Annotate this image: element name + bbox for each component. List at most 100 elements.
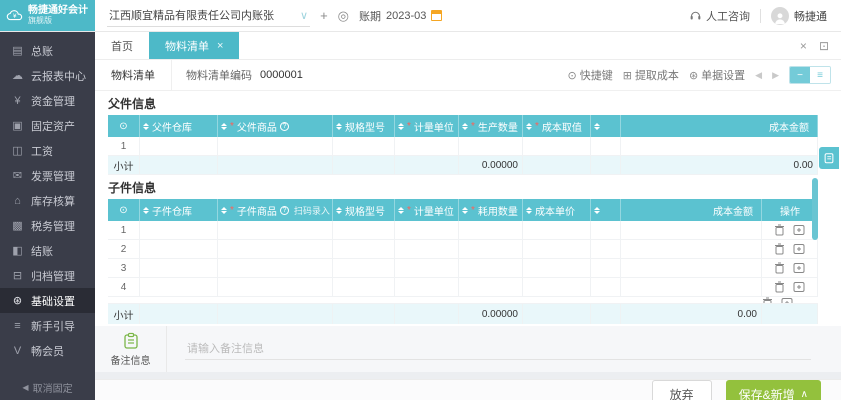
goods-cell[interactable]	[218, 259, 333, 277]
info-icon[interactable]: ?	[279, 205, 289, 215]
unit-cell[interactable]	[395, 240, 459, 258]
sort-icon[interactable]	[526, 122, 532, 130]
goods-cell[interactable]	[218, 137, 333, 155]
unit-cell[interactable]	[395, 221, 459, 239]
spec-cell[interactable]	[333, 221, 395, 239]
price-cell[interactable]	[523, 221, 591, 239]
sidebar-item-funds[interactable]: ¥ 资金管理	[0, 88, 95, 113]
sort-icon[interactable]	[398, 122, 404, 130]
sidebar-item-inventory[interactable]: ⌂ 库存核算	[0, 188, 95, 213]
goods-cell[interactable]	[218, 240, 333, 258]
delete-row-icon[interactable]	[762, 297, 773, 303]
warehouse-cell[interactable]	[140, 137, 218, 155]
next-doc-icon[interactable]: ▶	[772, 70, 779, 81]
save-and-new-button[interactable]: 保存&新增 ∧	[725, 380, 821, 400]
sidebar-item-closing[interactable]: ◧ 结账	[0, 238, 95, 263]
sidebar-item-payroll[interactable]: ◫ 工资	[0, 138, 95, 163]
sort-icon[interactable]	[462, 122, 468, 130]
card-view-button[interactable]: −	[790, 67, 810, 83]
sort-icon[interactable]	[462, 206, 468, 214]
insert-row-icon[interactable]	[793, 262, 805, 274]
tab-home[interactable]: 首页	[95, 32, 149, 59]
insert-row-icon[interactable]	[793, 243, 805, 255]
spec-cell[interactable]	[333, 259, 395, 277]
side-panel-button[interactable]	[819, 147, 839, 169]
goods-cell[interactable]	[218, 221, 333, 239]
qty-cell[interactable]	[459, 259, 523, 277]
close-all-icon[interactable]: ×	[800, 39, 807, 53]
sort-icon[interactable]	[336, 122, 342, 130]
delete-row-icon[interactable]	[774, 281, 785, 293]
table-scrollbar[interactable]	[812, 178, 818, 240]
info-icon[interactable]: ?	[279, 121, 289, 131]
list-view-button[interactable]: ≡	[810, 67, 830, 83]
sidebar-item-cloud-reports[interactable]: ☁ 云报表中心	[0, 63, 95, 88]
close-tab-icon[interactable]: ×	[217, 40, 223, 52]
sidebar-item-member[interactable]: V 畅会员	[0, 338, 95, 363]
unpin-sidebar-button[interactable]: ◀ 取消固定	[0, 374, 95, 400]
qty-cell[interactable]	[459, 221, 523, 239]
sort-icon[interactable]	[143, 206, 149, 214]
tab-bom-list[interactable]: 物料清单 ×	[149, 32, 240, 59]
sort-icon[interactable]	[143, 122, 149, 130]
warehouse-cell[interactable]	[140, 278, 218, 296]
sidebar-item-fixed-assets[interactable]: ▣ 固定资产	[0, 113, 95, 138]
warehouse-cell[interactable]	[140, 221, 218, 239]
delete-row-icon[interactable]	[774, 224, 785, 236]
unit-cell[interactable]	[395, 137, 459, 155]
sort-icon[interactable]	[336, 206, 342, 214]
insert-row-icon[interactable]	[793, 224, 805, 236]
goods-cell[interactable]	[218, 278, 333, 296]
sort-icon[interactable]	[221, 122, 227, 130]
accounting-period[interactable]: 账期 2023-03	[359, 8, 443, 24]
unit-cell[interactable]	[395, 278, 459, 296]
spec-cell[interactable]	[333, 137, 395, 155]
spec-cell[interactable]	[333, 240, 395, 258]
price-cell[interactable]	[523, 259, 591, 277]
remark-input[interactable]	[185, 338, 811, 360]
doc-settings-button[interactable]: ⊛ 单据设置	[689, 67, 745, 83]
insert-row-icon[interactable]	[781, 297, 793, 303]
amount-cell	[621, 137, 818, 155]
sidebar-item-invoices[interactable]: ✉ 发票管理	[0, 163, 95, 188]
sidebar-item-archive[interactable]: ⊟ 归档管理	[0, 263, 95, 288]
extract-cost-button[interactable]: ⊞ 提取成本	[623, 67, 679, 83]
unit-cell[interactable]	[395, 259, 459, 277]
fullscreen-icon[interactable]: ⊡	[819, 39, 829, 53]
company-selector[interactable]: 江西顺宜精品有限责任公司内账张 ∨	[107, 4, 311, 27]
sort-icon[interactable]	[594, 122, 600, 130]
price-cell[interactable]	[523, 240, 591, 258]
parent-section-title: 父件信息	[95, 91, 841, 115]
cost-value-cell[interactable]	[523, 137, 591, 155]
warehouse-cell[interactable]	[140, 259, 218, 277]
column-settings-gear-icon[interactable]: ⊙	[108, 115, 140, 137]
doc-type-tab[interactable]: 物料清单	[95, 59, 172, 91]
col-spec: 规格型号	[345, 206, 385, 218]
qty-cell[interactable]	[459, 240, 523, 258]
cancel-button[interactable]: 放弃	[651, 380, 712, 400]
visibility-icon[interactable]: ◎	[338, 8, 349, 24]
delete-row-icon[interactable]	[774, 262, 785, 274]
qty-cell[interactable]	[459, 278, 523, 296]
delete-row-icon[interactable]	[774, 243, 785, 255]
sort-icon[interactable]	[221, 206, 227, 214]
sort-icon[interactable]	[398, 206, 404, 214]
sidebar-item-general-ledger[interactable]: ▤ 总账	[0, 38, 95, 63]
sidebar-item-tax[interactable]: ▩ 税务管理	[0, 213, 95, 238]
shortcut-keys-button[interactable]: ⊙ 快捷键	[568, 67, 613, 83]
price-cell[interactable]	[523, 278, 591, 296]
sort-icon[interactable]	[526, 206, 532, 214]
sort-icon[interactable]	[594, 206, 600, 214]
user-menu[interactable]: 畅捷通	[771, 6, 827, 25]
prev-doc-icon[interactable]: ◀	[755, 70, 762, 81]
qty-cell[interactable]	[459, 137, 523, 155]
scan-entry-link[interactable]: 扫码录入	[294, 204, 330, 217]
insert-row-icon[interactable]	[793, 281, 805, 293]
sidebar-item-basic-settings[interactable]: ⊛ 基础设置	[0, 288, 95, 313]
sidebar-item-guide[interactable]: ≡ 新手引导	[0, 313, 95, 338]
consult-button[interactable]: 人工咨询	[689, 8, 750, 24]
warehouse-cell[interactable]	[140, 240, 218, 258]
column-settings-gear-icon[interactable]: ⊙	[108, 199, 140, 221]
spec-cell[interactable]	[333, 278, 395, 296]
add-account-button[interactable]: +	[320, 8, 328, 23]
